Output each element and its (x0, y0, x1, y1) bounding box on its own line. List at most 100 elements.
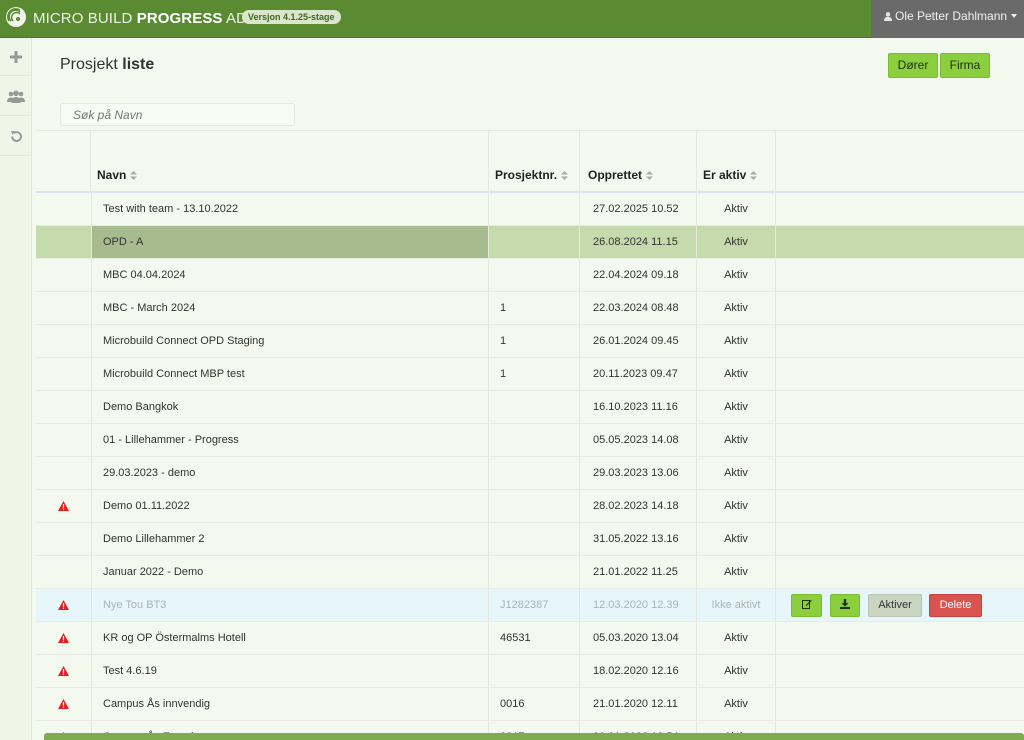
table-row[interactable]: Demo Bangkok 16.10.2023 11.16 Aktiv (36, 391, 1024, 424)
users-icon (7, 90, 25, 103)
project-number (500, 457, 576, 489)
user-name: Ole Petter Dahlmann (895, 9, 1008, 23)
created-date: 31.05.2022 13.16 (593, 533, 679, 545)
search-input[interactable] (60, 103, 295, 126)
column-header-project-number[interactable]: Prosjektnr. (489, 131, 580, 193)
project-name[interactable]: Nye Tou BT3 (103, 589, 483, 621)
sidebar (0, 38, 32, 740)
active-status: Aktiv (724, 665, 748, 677)
table-row[interactable]: MBC - March 2024 1 22.03.2024 08.48 Aktiv (36, 292, 1024, 325)
table-row[interactable]: Microbuild Connect MBP test 1 20.11.2023 0… (36, 358, 1024, 391)
refresh-icon (10, 131, 22, 142)
table-row[interactable]: Microbuild Connect OPD Staging 1 26.01.202… (36, 325, 1024, 358)
active-status: Aktiv (724, 401, 748, 413)
project-number (500, 655, 576, 687)
project-name[interactable]: Campus Ås innvendig (103, 688, 483, 720)
sidebar-item-users[interactable] (0, 78, 32, 116)
project-name[interactable]: Demo Bangkok (103, 391, 483, 423)
project-name[interactable]: Januar 2022 - Demo (103, 556, 483, 588)
table-body: Test with team - 13.10.2022 27.02.2025 10… (36, 193, 1024, 740)
project-number (500, 226, 576, 258)
table-row[interactable]: Demo Lillehammer 2 31.05.2022 13.16 Aktiv (36, 523, 1024, 556)
created-date: 27.02.2025 10.52 (593, 203, 679, 215)
edit-icon (801, 600, 812, 609)
warning-icon (58, 699, 69, 709)
created-date: 28.02.2023 14.18 (593, 500, 679, 512)
activate-button[interactable]: Aktiver (868, 594, 922, 617)
project-number: 0016 (500, 698, 525, 710)
sidebar-item-history[interactable] (0, 118, 32, 156)
table-row[interactable]: Test 4.6.19 18.02.2020 12.16 Aktiv (36, 655, 1024, 688)
project-number (500, 556, 576, 588)
user-icon (884, 12, 892, 21)
project-name[interactable]: 01 - Lillehammer - Progress (103, 424, 483, 456)
doors-button[interactable]: Dører (888, 53, 938, 78)
sort-icon (561, 171, 569, 180)
project-name[interactable]: Demo 01.11.2022 (103, 490, 483, 522)
project-name[interactable]: MBC - March 2024 (103, 292, 483, 324)
table-row[interactable]: 29.03.2023 - demo 29.03.2023 13.06 Aktiv (36, 457, 1024, 490)
project-number (500, 391, 576, 423)
column-header-actions (776, 131, 1024, 193)
edit-button[interactable] (791, 594, 822, 617)
plus-icon (10, 50, 22, 63)
app-title[interactable]: MICRO BUILD PROGRESS ADMIN (33, 10, 275, 27)
project-name[interactable]: Test 4.6.19 (103, 655, 483, 687)
active-status: Aktiv (724, 302, 748, 314)
table-row[interactable]: Januar 2022 - Demo 21.01.2022 11.25 Aktiv (36, 556, 1024, 589)
top-bar: MICRO BUILD PROGRESS ADMIN Versjon 4.1.2… (0, 0, 1024, 38)
warning-icon (58, 600, 69, 610)
active-status: Aktiv (724, 269, 748, 281)
warning-icon (58, 633, 69, 643)
project-number (500, 490, 576, 522)
table-row[interactable]: Nye Tou BT3 J1282387 12.03.2020 12.39 Ikke … (36, 589, 1024, 622)
project-number: 1 (500, 302, 507, 314)
table-row[interactable]: OPD - A 26.08.2024 11.15 Aktiv (36, 226, 1024, 259)
project-name[interactable]: Demo Lillehammer 2 (103, 523, 483, 555)
table-row[interactable]: 01 - Lillehammer - Progress 05.05.2023 14… (36, 424, 1024, 457)
sort-icon (646, 171, 653, 180)
table-row[interactable]: KR og OP Östermalms Hotell 46531 05.03.202… (36, 622, 1024, 655)
project-name[interactable]: Test with team - 13.10.2022 (103, 193, 483, 225)
active-status: Aktiv (724, 368, 748, 380)
project-name[interactable]: OPD - A (103, 226, 483, 258)
active-status: Aktiv (724, 698, 748, 710)
project-name[interactable]: Microbuild Connect MBP test (103, 358, 483, 390)
column-header-active[interactable]: Er aktiv (697, 131, 776, 193)
created-date: 21.01.2022 11.25 (593, 566, 678, 578)
chevron-down-icon (1011, 14, 1018, 18)
project-number (500, 259, 576, 291)
active-status: Aktiv (724, 632, 748, 644)
project-name[interactable]: 29.03.2023 - demo (103, 457, 483, 489)
sort-icon (130, 171, 138, 180)
project-number: 1 (500, 368, 507, 380)
user-menu[interactable]: Ole Petter Dahlmann (871, 0, 1024, 38)
table-row[interactable]: Campus Ås innvendig 0016 21.01.2020 12.11 A… (36, 688, 1024, 721)
warning-icon (58, 666, 69, 676)
column-header-name[interactable]: Navn (91, 131, 489, 193)
active-status: Aktiv (724, 566, 748, 578)
project-number: 1 (500, 335, 507, 347)
sidebar-item-add[interactable] (0, 38, 32, 76)
created-date: 12.03.2020 12.39 (593, 599, 679, 611)
table-row[interactable]: Test with team - 13.10.2022 27.02.2025 10… (36, 193, 1024, 226)
version-badge: Versjon 4.1.25-stage (242, 10, 341, 24)
active-status: Aktiv (724, 236, 748, 248)
company-button[interactable]: Firma (940, 53, 990, 78)
table-row[interactable]: MBC 04.04.2024 22.04.2024 09.18 Aktiv (36, 259, 1024, 292)
project-name[interactable]: KR og OP Östermalms Hotell (103, 622, 483, 654)
created-date: 26.08.2024 11.15 (593, 236, 678, 248)
page-title: Prosjekt liste (60, 56, 155, 73)
delete-button[interactable]: Delete (929, 594, 982, 617)
project-name[interactable]: MBC 04.04.2024 (103, 259, 483, 291)
table-row[interactable]: Demo 01.11.2022 28.02.2023 14.18 Aktiv (36, 490, 1024, 523)
download-button[interactable] (830, 594, 860, 617)
logo-icon (6, 7, 26, 27)
created-date: 05.05.2023 14.08 (593, 434, 679, 446)
column-header-created[interactable]: Opprettet (580, 131, 697, 193)
table-header: Navn Prosjektnr. Opprettet Er aktiv (36, 131, 1024, 193)
created-date: 22.04.2024 09.18 (593, 269, 679, 281)
horizontal-scrollbar[interactable] (44, 733, 1024, 740)
column-header-warning (36, 131, 91, 193)
project-name[interactable]: Microbuild Connect OPD Staging (103, 325, 483, 357)
